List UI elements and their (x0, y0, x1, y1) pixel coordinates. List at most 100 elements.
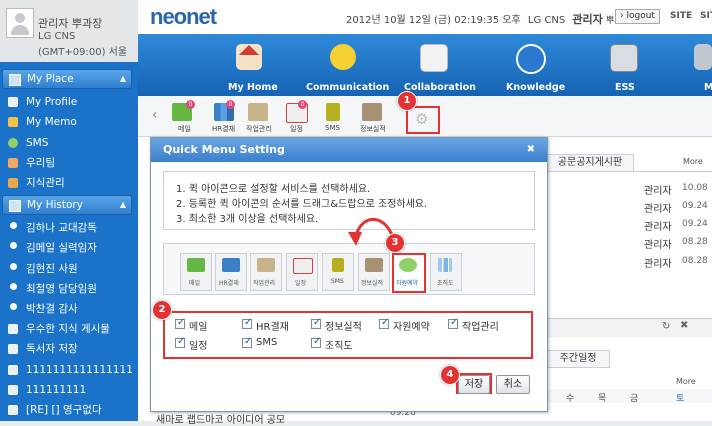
sidebar-item-label: My Profile (26, 96, 78, 108)
checkbox-report[interactable] (311, 317, 321, 329)
quick-icon-mail[interactable]: 메일 (180, 253, 212, 291)
tab-notice-board[interactable]: 공문공지게시판 (546, 154, 634, 172)
sidebar-item-label: My Memo (26, 116, 77, 128)
checkbox-sms[interactable] (242, 336, 252, 348)
dialog-titlebar[interactable]: Quick Menu Setting ✖ (151, 138, 547, 162)
more-nav-icon[interactable] (694, 44, 712, 70)
history-item[interactable]: 독서자 저장 (6, 340, 134, 358)
list-item-author: 관리자 (644, 186, 672, 197)
refresh-icon[interactable]: ↻ (662, 321, 670, 332)
checkbox-mail[interactable] (175, 317, 185, 329)
nav-my-home[interactable]: My Home (228, 82, 278, 93)
quick-icon-report[interactable]: 정보실적 (358, 253, 390, 291)
more-link[interactable]: More (676, 377, 696, 386)
history-item-label: 최철영 담당임원 (26, 283, 97, 295)
hr-approval-icon (222, 258, 240, 272)
close-icon[interactable]: ✖ (527, 138, 535, 162)
user-icon (10, 263, 17, 270)
list-item-date: 10.08 (682, 183, 708, 193)
more-link[interactable]: More (683, 157, 703, 166)
history-item[interactable]: 김하나 교대감독 (6, 219, 134, 237)
chevron-left-icon[interactable]: ‹ (152, 107, 158, 123)
checkbox-label: HR결재 (256, 322, 289, 333)
history-item[interactable]: 1111111111111111... (6, 361, 134, 379)
document-icon (8, 385, 18, 395)
sms-icon (8, 138, 18, 148)
history-icon (9, 200, 21, 212)
sidebar-item-my-memo[interactable]: My Memo (6, 113, 134, 131)
quick-icon-resource[interactable]: 자원예약 (392, 253, 426, 293)
communication-icon[interactable] (330, 44, 356, 70)
nav-more[interactable]: M (704, 82, 712, 93)
sidebar-item-my-profile[interactable]: My Profile (6, 93, 134, 111)
sidebar-item-knowledge[interactable]: 지식관리 (6, 174, 134, 192)
sms-phone-icon[interactable] (326, 103, 340, 121)
quick-label: HR결재 (212, 125, 236, 133)
task-icon[interactable] (248, 103, 268, 121)
knowledge-icon[interactable] (516, 44, 546, 74)
quick-icon-calendar[interactable]: 일정 (286, 253, 318, 291)
history-item[interactable]: 111111111 (6, 381, 134, 399)
history-item[interactable]: 김현진 사원 (6, 260, 134, 278)
collaboration-icon[interactable] (420, 44, 448, 72)
bottom-list-item[interactable]: 새마로 랩드마코 아이디어 공모 (156, 411, 285, 426)
list-item-author: 관리자 (644, 259, 672, 270)
my-place-header[interactable]: My Place ▲ (2, 69, 132, 89)
avatar[interactable] (6, 8, 34, 38)
weekday-label: 수 (566, 394, 575, 404)
quick-icon-sms[interactable]: SMS (322, 253, 354, 291)
my-history-header[interactable]: My History ▲ (2, 195, 132, 215)
site-link-2[interactable]: SIT (700, 11, 712, 21)
checkbox-calendar[interactable] (175, 336, 185, 348)
checkbox-org[interactable] (311, 336, 321, 348)
nav-ess[interactable]: ESS (615, 82, 635, 93)
list-item-author: 관리자 (644, 222, 672, 233)
checkbox-task[interactable] (448, 317, 458, 329)
chevron-up-icon: ▲ (119, 200, 126, 209)
my-place-title: My Place (27, 73, 74, 85)
list-item-date: 09.24 (682, 219, 708, 229)
home-icon[interactable] (236, 44, 262, 70)
logout-button[interactable]: › logout (615, 9, 660, 24)
history-item-label: 111111111 (26, 384, 87, 396)
checkbox-resource[interactable] (379, 317, 389, 329)
list-item-date: 09.24 (682, 201, 708, 211)
sidebar-item-our-team[interactable]: 우리팀 (6, 154, 134, 172)
neonet-logo[interactable]: neonet (150, 4, 217, 30)
logout-icon: › (620, 11, 624, 21)
history-item[interactable]: 김메일 실력임자 (6, 239, 134, 257)
ess-icon[interactable] (610, 44, 638, 72)
tab-weekly-schedule[interactable]: 주간일정 (546, 350, 610, 368)
cancel-button[interactable]: 취소 (496, 375, 530, 394)
document-icon (8, 405, 18, 415)
my-history-title: My History (27, 199, 83, 211)
report-icon[interactable] (362, 103, 382, 121)
memo-icon (8, 117, 18, 127)
history-item-label: 독서자 저장 (26, 343, 78, 355)
quick-icon-task[interactable]: 작업관리 (250, 253, 282, 291)
quick-settings-gear-button[interactable]: ⚙ (406, 106, 440, 134)
site-link[interactable]: SITE (670, 11, 692, 21)
instruction-line: 2. 등록한 퀵 아이콘의 순서를 드래그&드랍으로 조정하세요. (176, 199, 428, 210)
nav-collaboration[interactable]: Collaboration (404, 82, 476, 93)
history-item[interactable]: 박찬결 감사 (6, 300, 134, 318)
close-icon[interactable]: ✖ (680, 320, 688, 331)
history-item-label: 1111111111111111... (26, 364, 134, 376)
quick-icon-label: 정보실적 (361, 280, 384, 287)
history-item-label: [RE] [] 영구없다 (26, 404, 102, 416)
quick-label: 메일 (178, 125, 191, 133)
history-item[interactable]: 우수한 지식 게시물 (6, 320, 134, 338)
nav-communication[interactable]: Communication (306, 82, 389, 93)
history-item-label: 박찬결 감사 (26, 303, 78, 315)
history-item[interactable]: 최철영 담당임원 (6, 280, 134, 298)
nav-knowledge[interactable]: Knowledge (506, 82, 565, 93)
checkbox-hr[interactable] (242, 317, 252, 329)
history-item-label: 김메일 실력임자 (26, 242, 97, 254)
history-item[interactable]: [RE] [] 영구없다 (6, 401, 134, 419)
sidebar-item-sms[interactable]: SMS (6, 134, 134, 152)
quick-icon-org[interactable]: 조직도 (430, 253, 462, 291)
checkbox-label: 자원예약 (393, 322, 430, 333)
save-button[interactable]: 저장 (458, 375, 490, 394)
quick-label: 정보실적 (360, 125, 386, 133)
quick-icon-hr[interactable]: HR결재 (215, 253, 247, 291)
